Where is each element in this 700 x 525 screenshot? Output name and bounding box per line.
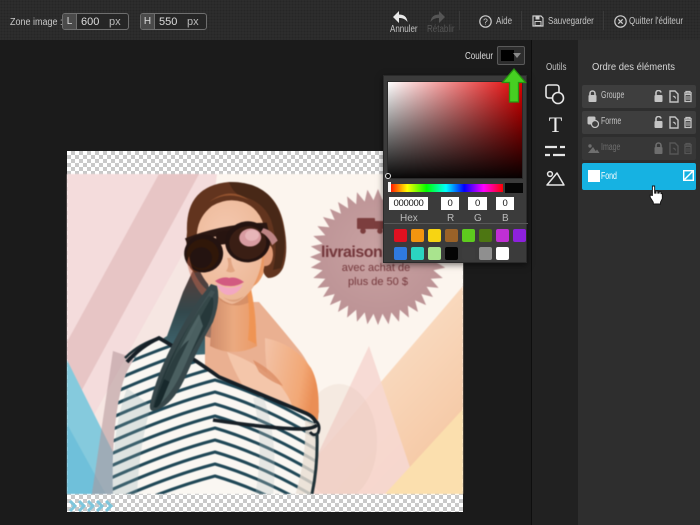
svg-text:plus de 50 $: plus de 50 $ xyxy=(348,276,408,288)
svg-text:avec achat de: avec achat de xyxy=(342,262,411,274)
svg-text:?: ? xyxy=(483,16,488,26)
